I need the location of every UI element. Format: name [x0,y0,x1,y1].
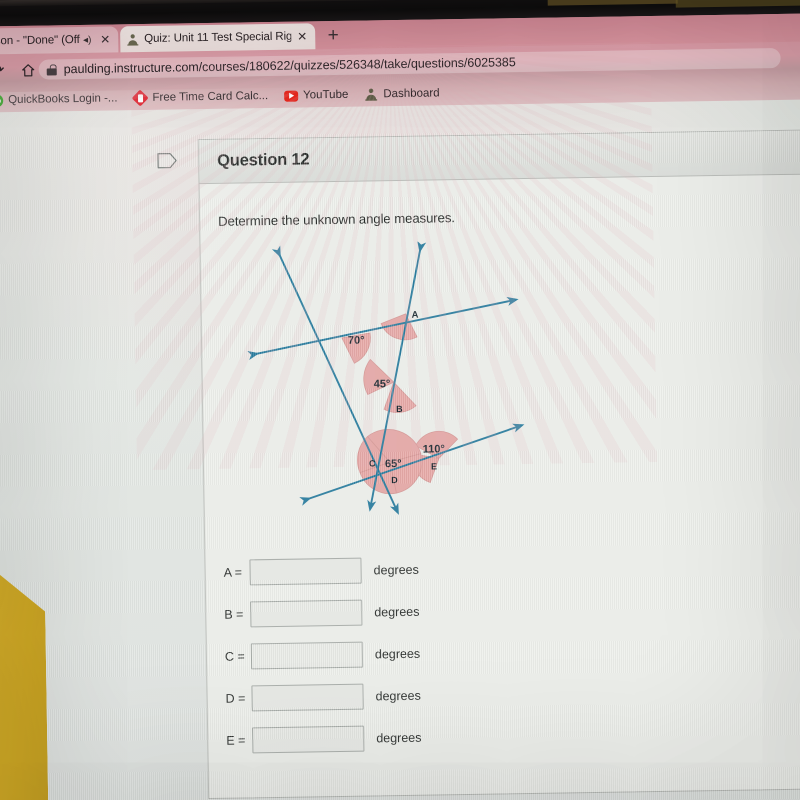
bookmark-label: QuickBooks Login -... [8,92,118,107]
answer-unit-b: degrees [374,604,420,619]
answer-unit-c: degrees [374,646,421,661]
bookmark-label: YouTube [303,88,349,102]
tab-mute-icon[interactable]: ◂) [80,34,94,45]
home-icon[interactable] [15,57,41,83]
canvas-icon [364,87,378,101]
answer-label-c: C = [224,648,245,664]
tab-title: Quiz: Unit 11 Test Special Right T [144,30,292,45]
reload-icon[interactable]: ⟳ [0,57,11,83]
quickbooks-icon: qb [0,93,3,107]
page-title: Question 12 [217,150,310,170]
answer-unit-d: degrees [375,688,421,703]
diagram-line-upper-transversal [247,296,519,360]
answer-input-e[interactable] [252,725,365,753]
bookmark-flag-icon[interactable] [157,152,177,169]
angle-label-A: A [412,310,419,321]
angle-diagram: 70° 45° 110° 65° A B C D E [240,240,545,535]
lock-icon [46,63,57,76]
answer-label-e: E = [226,732,246,748]
answer-unit-a: degrees [373,562,419,577]
bookmark-dashboard[interactable]: Dashboard [364,86,440,101]
youtube-icon [284,89,299,103]
angle-label-C: C [369,458,376,468]
angle-label-E: E [431,461,437,471]
bookmark-quickbooks[interactable]: qb QuickBooks Login -... [0,91,118,107]
bookmark-label: Free Time Card Calc... [152,90,269,104]
answer-input-b[interactable] [250,599,363,627]
question-card: Question 12 Determine the unknown angle … [157,129,800,800]
bookmark-timecard[interactable]: Free Time Card Calc... [131,89,269,107]
bookmark-label: Dashboard [383,87,440,101]
answer-input-d[interactable] [251,683,364,711]
answer-label-d: D = [225,690,246,706]
angle-label-110: 110° [423,443,445,455]
answer-row: D = degrees [225,672,606,719]
answer-row: A = degrees [223,546,604,593]
tab-close-icon[interactable]: ✕ [98,32,112,47]
answer-row: B = degrees [224,588,605,635]
answer-row: E = degrees [226,714,607,761]
answer-input-a[interactable] [249,557,362,585]
angle-label-45: 45° [374,378,391,390]
url-text: paulding.instructure.com/courses/180622/… [63,55,516,77]
tab-title: anson - "Done" (Offic [0,33,81,48]
diagram-line-lower-transversal [299,423,525,506]
answer-unit-e: degrees [376,730,422,745]
tab-close-icon[interactable]: ✕ [295,29,309,43]
angle-diagram-svg: 70° 45° 110° 65° A B C D E [247,240,525,515]
desk-object-yellow [0,560,50,800]
page-content: Question 12 Determine the unknown angle … [0,42,800,800]
angle-label-65: 65° [385,458,402,470]
new-tab-button[interactable]: + [322,25,344,47]
browser-tab-inactive[interactable]: anson - "Done" (Offic ◂) ✕ [0,26,119,55]
answer-list: A = degrees B = degrees C = degrees D = [223,546,606,762]
answer-label-a: A = [223,565,243,580]
angle-label-70: 70° [348,335,365,347]
browser-tab-active[interactable]: Quiz: Unit 11 Test Special Right T ✕ [120,23,316,53]
canvas-icon [126,33,139,46]
diamond-icon [131,89,149,107]
angle-label-D: D [391,475,398,485]
answer-row: C = degrees [225,630,606,677]
question-prompt: Determine the unknown angle measures. [217,210,455,229]
screenshot-root: anson - "Done" (Offic ◂) ✕ Quiz: Unit 11… [0,0,800,800]
answer-input-c[interactable] [250,641,364,669]
angle-label-B: B [396,404,403,414]
laptop-screen: anson - "Done" (Offic ◂) ✕ Quiz: Unit 11… [0,0,800,800]
question-card-header: Question 12 [157,130,800,185]
answer-label-b: B = [224,606,244,622]
bookmark-youtube[interactable]: YouTube [284,88,348,103]
